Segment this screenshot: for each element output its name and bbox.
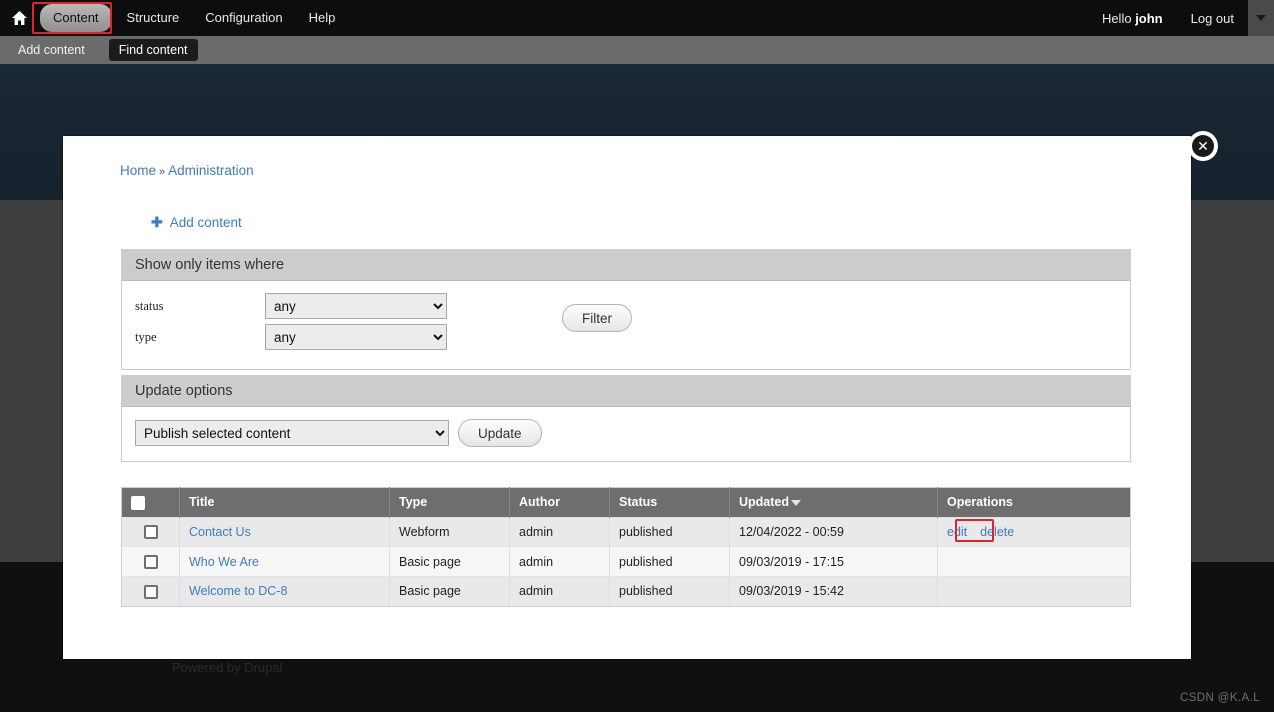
- toolbar-item-configuration[interactable]: Configuration: [192, 4, 295, 32]
- checkbox-unchecked-icon[interactable]: [143, 555, 158, 570]
- row-title-link[interactable]: Who We Are: [189, 555, 259, 569]
- checkbox-unchecked-icon[interactable]: [131, 495, 145, 510]
- close-circle-icon[interactable]: ✕: [1192, 135, 1214, 157]
- column-author[interactable]: Author: [509, 487, 610, 518]
- admin-subtoolbar: Add content Find content: [0, 36, 1274, 64]
- row-checkbox-cell[interactable]: [121, 546, 180, 577]
- breadcrumb: Home» Administration: [120, 163, 254, 178]
- column-type[interactable]: Type: [389, 487, 510, 518]
- column-status[interactable]: Status: [609, 487, 730, 518]
- watermark-label: CSDN @K.A.L: [1180, 692, 1260, 704]
- subtoolbar-item-find-content[interactable]: Find content: [108, 39, 198, 61]
- subtoolbar-item-add-content[interactable]: Add content: [8, 39, 95, 61]
- content-table: Title Type Author Status Updated Operati…: [121, 487, 1131, 607]
- column-title[interactable]: Title: [179, 487, 390, 518]
- row-title-link[interactable]: Welcome to DC-8: [189, 584, 287, 598]
- filter-type-select[interactable]: any: [265, 324, 447, 350]
- row-edit-link[interactable]: edit: [947, 525, 967, 539]
- column-updated[interactable]: Updated: [729, 487, 938, 518]
- row-status-cell: published: [609, 516, 730, 547]
- breadcrumb-home-link[interactable]: Home: [120, 163, 156, 178]
- row-operations-cell: [937, 576, 1131, 607]
- row-author-cell: admin: [509, 546, 610, 577]
- filter-panel: Show only items where status any type an…: [121, 249, 1131, 370]
- filter-status-label: status: [135, 298, 164, 313]
- filter-panel-title: Show only items where: [122, 250, 1130, 281]
- toolbar-right-group: Hello john Log out: [1088, 0, 1274, 36]
- select-all-header[interactable]: [121, 487, 180, 518]
- row-title-cell: Contact Us: [179, 516, 390, 547]
- row-operations-cell: edit delete: [937, 516, 1131, 547]
- table-row: Welcome to DC-8 Basic page admin publish…: [121, 576, 1131, 607]
- update-panel-body: Publish selected content Update: [122, 407, 1130, 461]
- table-header-row: Title Type Author Status Updated Operati…: [121, 487, 1131, 518]
- filter-status-select[interactable]: any: [265, 293, 447, 319]
- update-panel-title: Update options: [122, 376, 1130, 407]
- sort-descending-icon: [791, 500, 801, 507]
- row-author-cell: admin: [509, 516, 610, 547]
- row-updated-cell: 12/04/2022 - 00:59: [729, 516, 938, 547]
- checkbox-unchecked-icon[interactable]: [143, 525, 158, 540]
- row-delete-link[interactable]: delete: [980, 525, 1014, 539]
- update-options-panel: Update options Publish selected content …: [121, 375, 1131, 462]
- plus-icon: ✚: [151, 214, 163, 230]
- row-title-cell: Welcome to DC-8: [179, 576, 390, 607]
- row-type-cell: Webform: [389, 516, 510, 547]
- row-checkbox-cell[interactable]: [121, 516, 180, 547]
- add-content-label: Add content: [169, 215, 242, 230]
- toolbar-greeting: Hello john: [1101, 10, 1163, 26]
- filter-type-label: type: [135, 329, 157, 344]
- update-row: Publish selected content Update: [135, 419, 1117, 447]
- row-updated-cell: 09/03/2019 - 15:42: [729, 576, 938, 607]
- powered-by-label: Powered by Drupal: [172, 660, 283, 675]
- row-type-cell: Basic page: [389, 546, 510, 577]
- update-action-select[interactable]: Publish selected content: [135, 420, 449, 446]
- filter-button[interactable]: Filter: [562, 304, 632, 332]
- row-updated-cell: 09/03/2019 - 17:15: [729, 546, 938, 577]
- filter-panel-body: status any type any Filter: [122, 281, 1130, 369]
- column-operations[interactable]: Operations: [937, 487, 1131, 518]
- toolbar-logout-link[interactable]: Log out: [1177, 11, 1248, 26]
- screen-root: Content DC-8 My account Log out CONTENT …: [0, 0, 1274, 712]
- admin-overlay-modal: Home» Administration ✚ Add content Show o…: [63, 136, 1191, 659]
- toolbar-item-structure[interactable]: Structure: [114, 4, 193, 32]
- table-row: Contact Us Webform admin published 12/04…: [121, 516, 1131, 547]
- breadcrumb-separator: »: [159, 166, 166, 178]
- add-content-action-link[interactable]: ✚ Add content: [151, 214, 242, 231]
- row-author-cell: admin: [509, 576, 610, 607]
- row-checkbox-cell[interactable]: [121, 576, 180, 607]
- column-updated-label: Updated: [739, 495, 789, 510]
- home-icon[interactable]: [0, 11, 38, 25]
- row-status-cell: published: [609, 576, 730, 607]
- breadcrumb-administration-link[interactable]: Administration: [168, 163, 254, 178]
- update-button[interactable]: Update: [458, 419, 542, 447]
- admin-toolbar: Content Structure Configuration Help Hel…: [0, 0, 1274, 36]
- row-type-cell: Basic page: [389, 576, 510, 607]
- toolbar-item-help[interactable]: Help: [296, 4, 349, 32]
- row-title-cell: Who We Are: [179, 546, 390, 577]
- toolbar-item-content[interactable]: Content: [40, 4, 112, 32]
- row-operations-cell: [937, 546, 1131, 577]
- toolbar-username: john: [1135, 10, 1163, 26]
- row-title-link[interactable]: Contact Us: [189, 525, 251, 539]
- row-status-cell: published: [609, 546, 730, 577]
- table-row: Who We Are Basic page admin published 09…: [121, 546, 1131, 577]
- checkbox-unchecked-icon[interactable]: [143, 584, 158, 599]
- chevron-down-icon[interactable]: [1248, 0, 1274, 36]
